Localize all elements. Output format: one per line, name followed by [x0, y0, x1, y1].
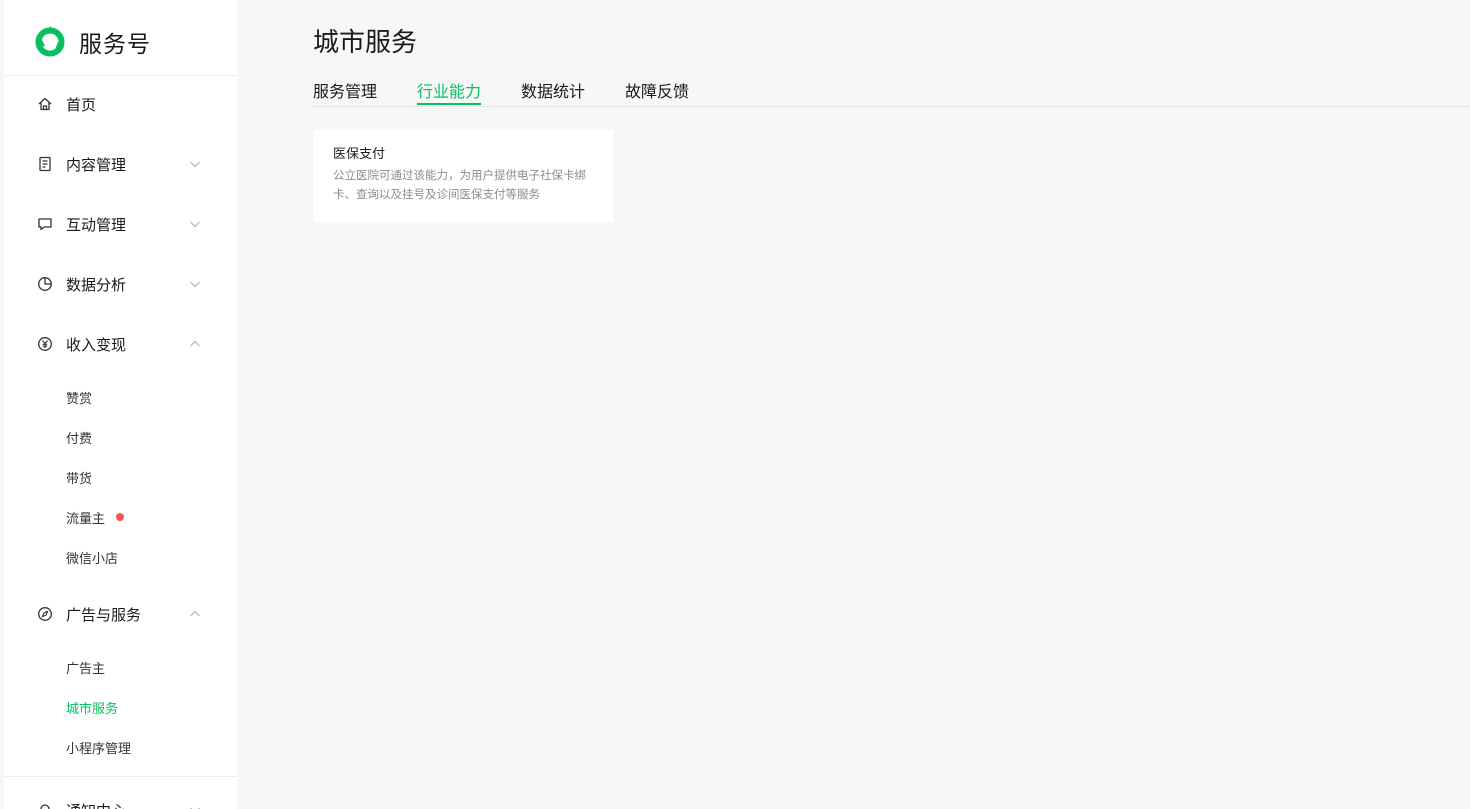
sidebar-item-label: 数据分析 — [66, 275, 127, 294]
sidebar-subitem-label: 微信小店 — [66, 551, 119, 567]
home-icon — [38, 97, 52, 111]
capability-card-medical-insurance-payment[interactable]: 医保支付 公立医院可通过该能力，为用户提供电子社保卡绑卡、查询以及挂号及诊间医保… — [313, 130, 613, 222]
sidebar-subitem-label: 流量主 — [66, 511, 106, 527]
tab-industry-capabilities[interactable]: 行业能力 — [417, 78, 481, 102]
sidebar-item-label: 通知中心 — [66, 800, 126, 809]
chevron-down-icon — [190, 281, 200, 288]
card-title: 医保支付 — [333, 147, 386, 162]
document-icon — [39, 156, 51, 172]
active-tab-indicator — [417, 103, 481, 105]
notification-dot — [116, 513, 124, 521]
sidebar-item-content[interactable]: 内容管理 — [4, 144, 237, 184]
pie-chart-icon — [38, 277, 52, 291]
sidebar-subitem-label: 赞赏 — [66, 391, 93, 407]
sidebar-subitem-appreciation[interactable]: 赞赏 — [4, 381, 237, 413]
sidebar-item-interaction[interactable]: 互动管理 — [4, 204, 237, 244]
chevron-down-icon — [190, 161, 200, 168]
chevron-up-icon — [190, 340, 200, 347]
sidebar-item-label: 互动管理 — [66, 215, 127, 234]
sidebar-item-monetization[interactable]: 收入变现 — [4, 324, 237, 364]
sidebar-item-label: 广告与服务 — [66, 605, 142, 624]
sidebar-item-label: 首页 — [66, 95, 97, 114]
page-title: 城市服务 — [313, 28, 418, 58]
sidebar-subitem-label: 付费 — [66, 431, 93, 447]
sidebar-item-home[interactable]: 首页 — [4, 84, 237, 124]
sidebar-subitem-wechat-shop[interactable]: 微信小店 — [4, 541, 237, 573]
chevron-down-icon — [190, 807, 200, 809]
brand-logo[interactable]: 服务号 — [32, 22, 151, 62]
sidebar-subitem-commerce[interactable]: 带货 — [4, 461, 237, 493]
sidebar-subitem-label: 带货 — [66, 471, 93, 487]
sidebar-subitem-label: 城市服务 — [66, 701, 119, 717]
service-account-logo-icon — [35, 26, 65, 57]
sidebar-divider — [4, 776, 237, 777]
sidebar-subitem-paid[interactable]: 付费 — [4, 421, 237, 453]
sidebar-subitem-advertiser[interactable]: 广告主 — [4, 651, 237, 683]
sidebar-item-notifications[interactable]: 通知中心 — [4, 790, 237, 809]
message-icon — [38, 218, 52, 231]
bell-icon — [40, 804, 50, 809]
chevron-up-icon — [190, 610, 200, 617]
compass-icon — [38, 607, 52, 621]
tab-service-management[interactable]: 服务管理 — [313, 78, 377, 102]
tab-fault-feedback[interactable]: 故障反馈 — [625, 78, 689, 102]
sidebar-subitem-label: 小程序管理 — [66, 741, 132, 757]
sidebar-item-analytics[interactable]: 数据分析 — [4, 264, 237, 304]
brand-name: 服务号 — [79, 32, 151, 58]
sidebar-subitem-traffic-owner[interactable]: 流量主 — [4, 501, 237, 533]
sidebar-subitem-mini-program[interactable]: 小程序管理 — [4, 731, 237, 763]
yuan-icon — [38, 337, 52, 351]
sidebar-item-label: 内容管理 — [66, 155, 127, 174]
sidebar-subitem-label: 广告主 — [66, 661, 106, 677]
sidebar-item-ads-services[interactable]: 广告与服务 — [4, 594, 237, 634]
sidebar-subitem-city-services[interactable]: 城市服务 — [4, 691, 237, 723]
tab-bar: 服务管理 行业能力 数据统计 故障反馈 — [313, 76, 1470, 107]
sidebar: 服务号 首页 内容管理 互动管理 数据分析 收入变现 赞赏 付费 带货 流量主 … — [4, 0, 237, 809]
card-description: 公立医院可通过该能力，为用户提供电子社保卡绑卡、查询以及挂号及诊间医保支付等服务 — [333, 168, 586, 201]
sidebar-item-label: 收入变现 — [66, 335, 127, 354]
sidebar-divider — [4, 75, 237, 76]
tab-data-statistics[interactable]: 数据统计 — [521, 78, 585, 102]
chevron-down-icon — [190, 221, 200, 228]
